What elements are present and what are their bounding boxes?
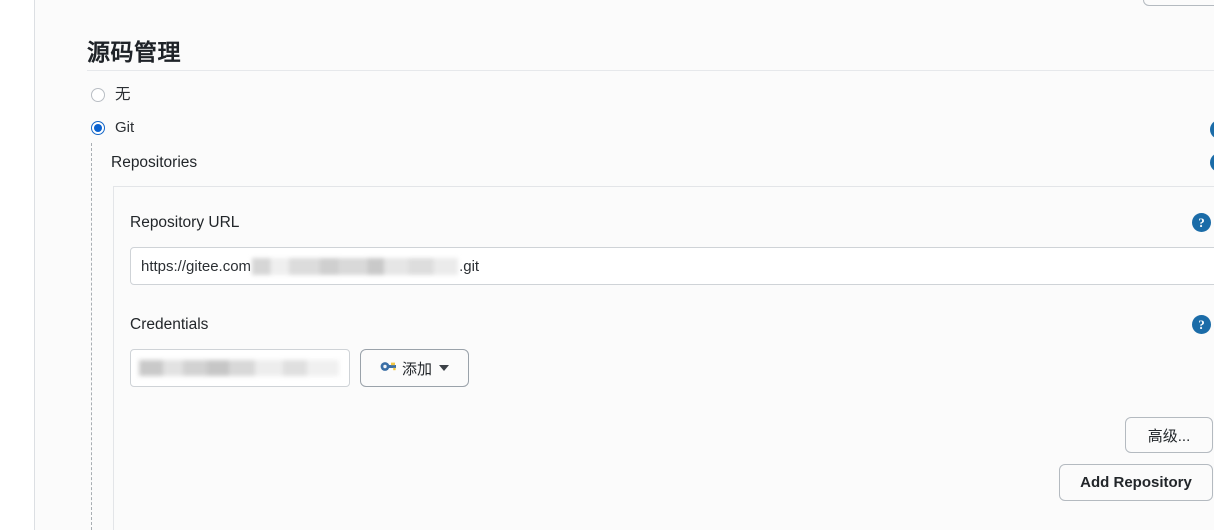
radio-none-mark[interactable] <box>91 87 105 102</box>
title-divider <box>87 70 1214 71</box>
credentials-value-redaction <box>139 360 339 376</box>
page-title: 源码管理 <box>87 39 181 65</box>
advanced-button[interactable]: 高级... <box>1125 417 1213 453</box>
chevron-down-icon <box>439 365 449 371</box>
repository-url-label: Repository URL <box>130 214 240 231</box>
repositories-group-label: Repositories <box>111 154 198 171</box>
add-repository-button[interactable]: Add Repository <box>1059 464 1213 501</box>
scm-option-git-label: Git <box>115 119 135 136</box>
scm-config-panel: 源码管理 无 Git Repositories Repository URL h… <box>34 0 1214 530</box>
add-credentials-label: 添加 <box>401 360 432 378</box>
scm-option-git[interactable]: Git <box>91 120 134 135</box>
help-icon-credentials[interactable]: ? <box>1192 315 1211 334</box>
repository-url-input[interactable]: https://gitee.com .git <box>130 247 1214 285</box>
git-section-guide-line <box>91 143 92 530</box>
scm-option-none[interactable]: 无 <box>91 87 131 103</box>
radio-git-mark[interactable] <box>91 120 105 135</box>
credentials-label: Credentials <box>130 316 209 333</box>
add-credentials-button[interactable]: 添加 <box>360 349 469 387</box>
repository-url-prefix: https://gitee.com <box>141 257 252 275</box>
repository-url-suffix: .git <box>459 257 480 275</box>
repository-url-redaction <box>252 257 459 275</box>
key-icon <box>380 360 397 377</box>
cutoff-button-top[interactable] <box>1143 0 1214 6</box>
scm-option-none-label: 无 <box>115 86 131 103</box>
page-root: 源码管理 无 Git Repositories Repository URL h… <box>0 0 1214 530</box>
help-icon-repositories[interactable]: ? <box>1210 153 1214 172</box>
help-icon-git[interactable]: ? <box>1210 120 1214 139</box>
help-icon-repository-url[interactable]: ? <box>1192 213 1211 232</box>
credentials-select[interactable] <box>130 349 350 387</box>
